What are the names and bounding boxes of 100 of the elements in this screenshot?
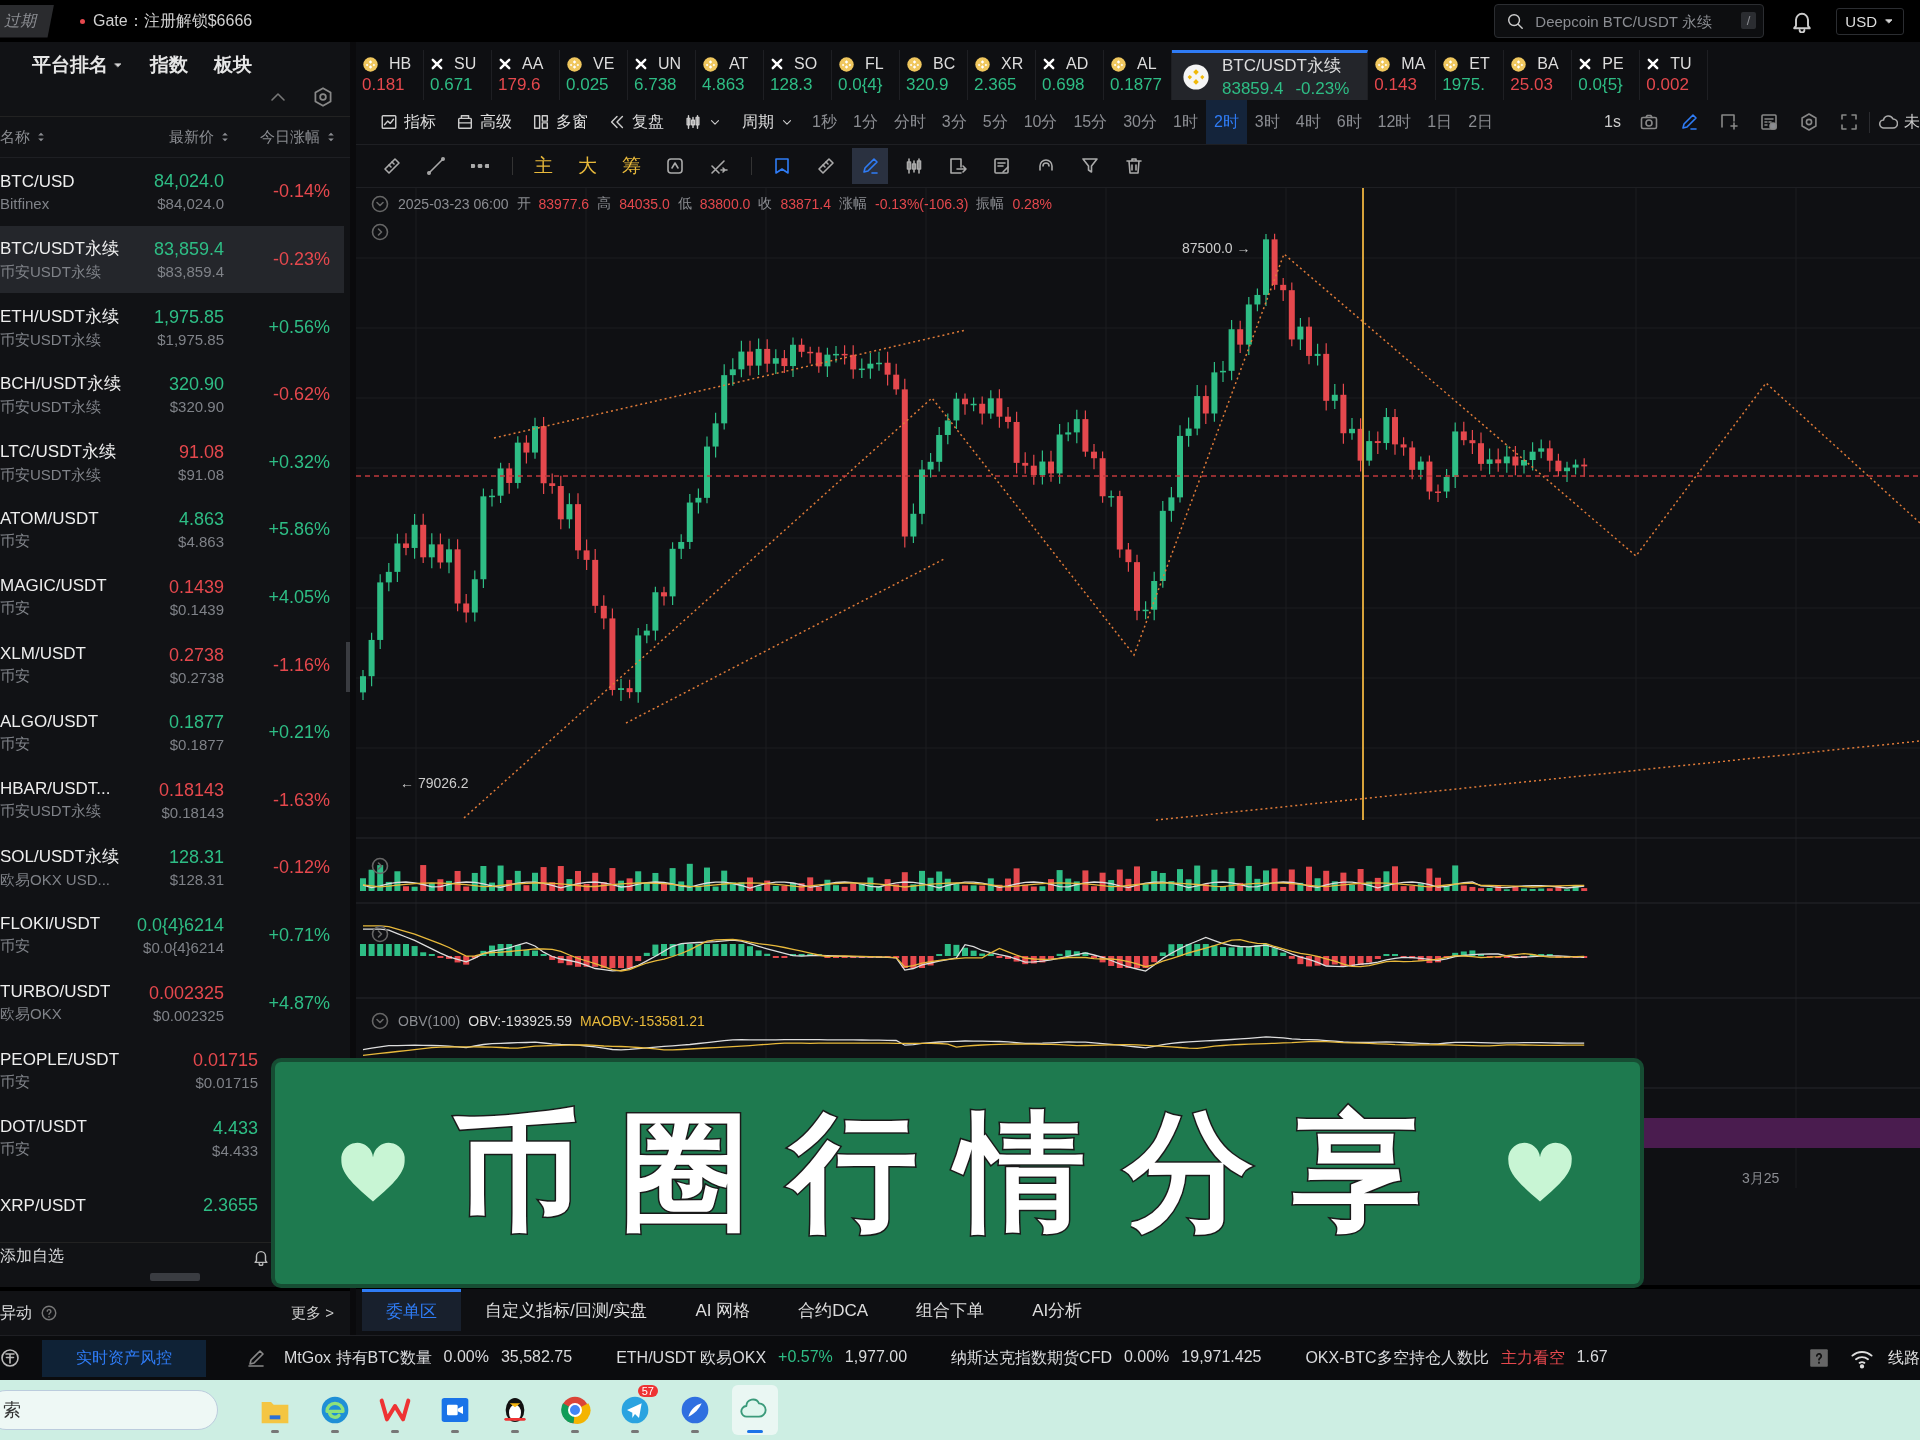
column-header[interactable]: 今日涨幅 bbox=[260, 127, 320, 147]
market-row[interactable]: ALGO/USDT 币安 0.1877 $0.1877 +0.21% bbox=[0, 698, 344, 767]
daily-change: -1.16% bbox=[271, 654, 330, 676]
usd-price: $0.01715 bbox=[195, 1074, 258, 1092]
market-row[interactable]: ETH/USDT永续 币安USDT永续 1,975.85 $1,975.85 +0.56% bbox=[0, 293, 344, 361]
panel-tab[interactable]: 合约DCA bbox=[774, 1289, 893, 1331]
risk-control-button[interactable]: 实时资产风控 bbox=[42, 1339, 206, 1377]
period-tab[interactable]: 1时 bbox=[1165, 100, 1206, 144]
add-watchlist-link[interactable]: 添加自选 bbox=[0, 1246, 64, 1268]
panel-tab[interactable]: 自定义指标/回测/实盘 bbox=[461, 1289, 672, 1331]
panel-tab[interactable]: 委单区 bbox=[362, 1289, 461, 1331]
period-tab[interactable]: 4时 bbox=[1287, 100, 1329, 144]
period-tab[interactable]: 15分 bbox=[1065, 100, 1116, 144]
market-row[interactable]: BTC/USDT永续 币安USDT永续 83,859.4 $83,859.4 -0.23% bbox=[0, 225, 344, 294]
panel-tab[interactable]: AI分析 bbox=[1008, 1289, 1107, 1331]
period-tab[interactable]: 3分 bbox=[933, 100, 975, 144]
period-tab[interactable]: 6时 bbox=[1328, 100, 1370, 144]
usd-price: $128.31 bbox=[169, 871, 224, 889]
period-tab[interactable]: 5分 bbox=[974, 100, 1016, 144]
column-header[interactable]: 名称 bbox=[0, 127, 30, 147]
column-header[interactable]: 最新价 bbox=[169, 127, 214, 147]
ticker-item[interactable]: PE 0.0{5} bbox=[1572, 50, 1641, 100]
ohlc-label: 涨幅 bbox=[839, 195, 867, 213]
market-row[interactable]: SOL/USDT永续 欧易OKX USD... 128.31 $128.31 -0.12% bbox=[0, 834, 344, 902]
period-tab[interactable]: 分时 bbox=[885, 100, 934, 144]
last-price: 0.2738 bbox=[168, 644, 224, 666]
drawing-tool[interactable]: 大 bbox=[569, 148, 605, 184]
ticker-item[interactable]: BTC/USDT永续 83859.4 -0.23% bbox=[1172, 50, 1369, 100]
pair-name: ALGO/USDT bbox=[0, 711, 100, 732]
ticker-item[interactable]: FL 0.0{4} bbox=[832, 50, 900, 100]
ticker-item[interactable]: UN 6.738 bbox=[628, 50, 696, 100]
toolbar-button[interactable]: 指标 bbox=[370, 106, 446, 138]
currency-dropdown[interactable]: USD bbox=[1836, 7, 1904, 35]
speed-button[interactable]: 1s bbox=[1596, 100, 1629, 144]
market-row[interactable]: PEOPLE/USDT 币安 0.01715 $0.01715 bbox=[0, 1036, 272, 1105]
market-row[interactable]: LTC/USDT永续 币安USDT永续 91.08 $91.08 +0.32% bbox=[0, 428, 344, 497]
panel-tab[interactable]: 组合下单 bbox=[892, 1289, 1009, 1331]
market-row[interactable]: BCH/USDT永续 币安USDT永续 320.90 $320.90 -0.62% bbox=[0, 360, 344, 429]
market-row[interactable]: HBAR/USDT... 币安USDT永续 0.18143 $0.18143 -1.63% bbox=[0, 766, 344, 834]
usd-price: $1,975.85 bbox=[157, 330, 224, 348]
market-tab[interactable]: 指数 bbox=[150, 52, 188, 79]
market-row[interactable]: FLOKI/USDT 币安 0.0{4}6214 $0.0{4}6214 +0.71% bbox=[0, 901, 344, 970]
period-tab[interactable]: 3时 bbox=[1246, 100, 1288, 144]
taskbar-app[interactable]: 57 bbox=[612, 1385, 658, 1435]
ticker-price: 4.863 bbox=[702, 75, 746, 95]
ticker-item[interactable]: AA 179.6 bbox=[492, 50, 560, 100]
ticker-item[interactable]: HB 0.181 bbox=[356, 50, 424, 100]
ticker-price: 0.143 bbox=[1374, 75, 1418, 95]
period-tab[interactable]: 30分 bbox=[1115, 100, 1165, 144]
ticker-item[interactable]: XR 2.365 bbox=[968, 50, 1036, 100]
market-row[interactable]: XLM/USDT 币安 0.2738 $0.2738 -1.16% bbox=[0, 631, 344, 699]
market-row[interactable]: TURBO/USDT 欧易OKX 0.002325 $0.002325 +4.87% bbox=[0, 969, 344, 1037]
toolbar-button[interactable]: 多窗 bbox=[522, 106, 598, 138]
toolbar-button[interactable]: 高级 bbox=[446, 106, 522, 138]
market-row[interactable]: BTC/USD Bitfinex 84,024.0 $84,024.0 -0.14% bbox=[0, 158, 344, 226]
ticker-name: OKX-BTC多空持仓人数比 bbox=[1305, 1347, 1489, 1368]
usd-price: $4.863 bbox=[178, 533, 224, 551]
exchange-name: 币安 bbox=[0, 1140, 31, 1160]
period-tab[interactable]: 12时 bbox=[1369, 100, 1420, 144]
pair-name: LTC/USDT永续 bbox=[0, 440, 117, 463]
promo-link[interactable]: Gate：注册解锁$6666 bbox=[93, 10, 253, 32]
ticker-item[interactable]: SO 128.3 bbox=[764, 50, 832, 100]
drawing-tool[interactable]: 主 bbox=[525, 148, 561, 184]
market-row[interactable]: MAGIC/USDT 币安 0.1439 $0.1439 +4.05% bbox=[0, 563, 344, 632]
ticker-item[interactable]: VE 0.025 bbox=[560, 50, 628, 100]
drawing-tool[interactable]: 筹 bbox=[613, 148, 649, 184]
daily-change: -0.62% bbox=[271, 384, 330, 406]
market-row[interactable]: XRP/USDT 2.3655 bbox=[0, 1172, 272, 1240]
ticker-item[interactable]: TU 0.002 bbox=[1640, 50, 1709, 100]
market-tab[interactable]: 平台排名 bbox=[32, 52, 124, 79]
ticker-item[interactable]: SU 0.671 bbox=[424, 50, 492, 100]
exchange-name: 币安 bbox=[0, 599, 31, 619]
indicator-value: OBV:-193925.59 bbox=[468, 1013, 573, 1029]
low-price-marker: ← 79026.2 bbox=[400, 775, 469, 791]
ticker-value: 1.67 bbox=[1576, 1347, 1608, 1367]
period-tab[interactable]: 10分 bbox=[1015, 100, 1066, 144]
ticker-item[interactable]: BA 25.03 bbox=[1504, 50, 1573, 100]
section-title: 异动 bbox=[0, 1302, 32, 1323]
panel-tab[interactable]: AI 网格 bbox=[671, 1289, 775, 1331]
ticker-item[interactable]: AD 0.698 bbox=[1036, 50, 1104, 100]
ticker-symbol: PE bbox=[1602, 55, 1624, 73]
period-tab[interactable]: 2时 bbox=[1205, 100, 1247, 144]
period-tab[interactable]: 1分 bbox=[844, 100, 886, 144]
period-dropdown[interactable]: 周期 bbox=[732, 106, 804, 138]
ticker-item[interactable]: ET 1975. bbox=[1436, 50, 1505, 100]
period-tab[interactable]: 1秒 bbox=[804, 100, 845, 144]
ticker-item[interactable]: BC 320.9 bbox=[900, 50, 968, 100]
ticker-symbol: UN bbox=[658, 55, 682, 73]
market-row[interactable]: ATOM/USDT 币安 4.863 $4.863 +5.86% bbox=[0, 496, 344, 564]
sync-status: 未 bbox=[1904, 111, 1920, 132]
period-tab[interactable]: 1日 bbox=[1419, 100, 1461, 144]
ticker-item[interactable]: AT 4.863 bbox=[696, 50, 764, 100]
toolbar-button[interactable]: 复盘 bbox=[598, 106, 674, 138]
usd-price: $0.2738 bbox=[169, 668, 224, 686]
ticker-item[interactable]: MA 0.143 bbox=[1368, 50, 1437, 100]
period-tab[interactable]: 2日 bbox=[1460, 100, 1502, 144]
more-link[interactable]: 更多 > bbox=[291, 1303, 334, 1323]
market-row[interactable]: DOT/USDT 币安 4.433 $4.433 bbox=[0, 1104, 272, 1172]
route-label[interactable]: 线路 bbox=[1888, 1347, 1920, 1369]
market-tab[interactable]: 板块 bbox=[214, 52, 252, 79]
